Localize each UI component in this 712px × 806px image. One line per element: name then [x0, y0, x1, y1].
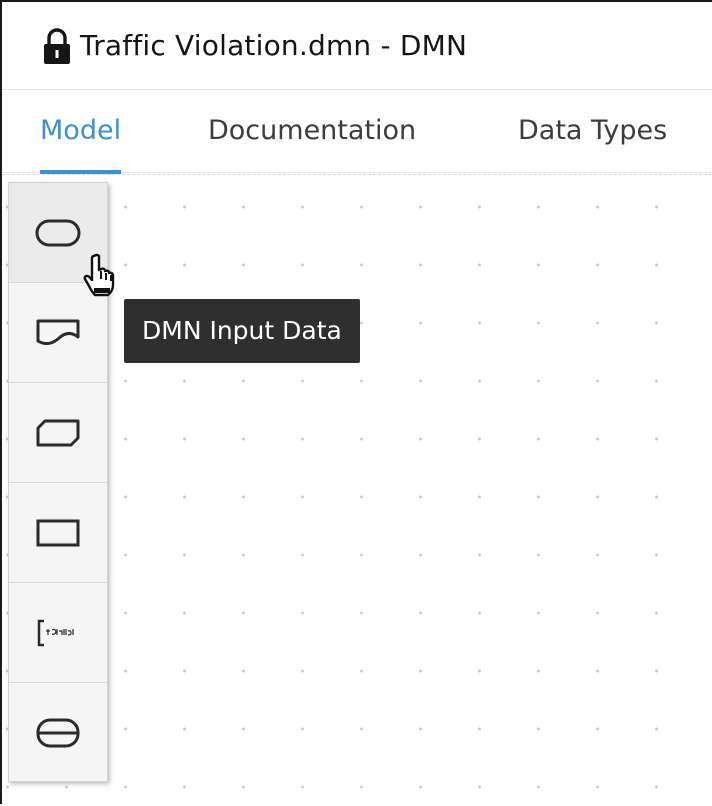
palette-item-decision[interactable] [9, 483, 107, 583]
canvas-divider [2, 174, 712, 175]
dmn-text-annotation-icon [37, 619, 74, 646]
page-title: Traffic Violation.dmn - DMN [80, 29, 468, 62]
palette-item-business-knowledge-model[interactable] [9, 383, 107, 483]
diagram-canvas[interactable]: DMN Input Data [2, 174, 712, 806]
dmn-input-data-icon [35, 219, 81, 246]
lock-icon [44, 27, 70, 64]
tab-data-types[interactable]: Data Types [518, 91, 667, 173]
palette-item-decision-service[interactable] [9, 683, 107, 783]
tab-model[interactable]: Model [40, 91, 122, 174]
hand-pointer-icon [83, 253, 115, 297]
dmn-business-knowledge-model-icon [36, 419, 80, 446]
palette-tooltip: DMN Input Data [124, 299, 360, 363]
palette-item-text-annotation[interactable] [9, 583, 107, 683]
title-bar: Traffic Violation.dmn - DMN [2, 2, 712, 90]
editor-tabs: Model Documentation Data Types [2, 91, 712, 174]
dmn-decision-icon [36, 519, 80, 546]
dmn-decision-service-icon [36, 718, 80, 748]
dmn-knowledge-source-icon [36, 319, 80, 345]
tab-documentation[interactable]: Documentation [208, 91, 416, 173]
palette-item-knowledge-source[interactable] [9, 283, 107, 383]
dmn-editor-window: Traffic Violation.dmn - DMN Model Docume… [0, 0, 712, 806]
